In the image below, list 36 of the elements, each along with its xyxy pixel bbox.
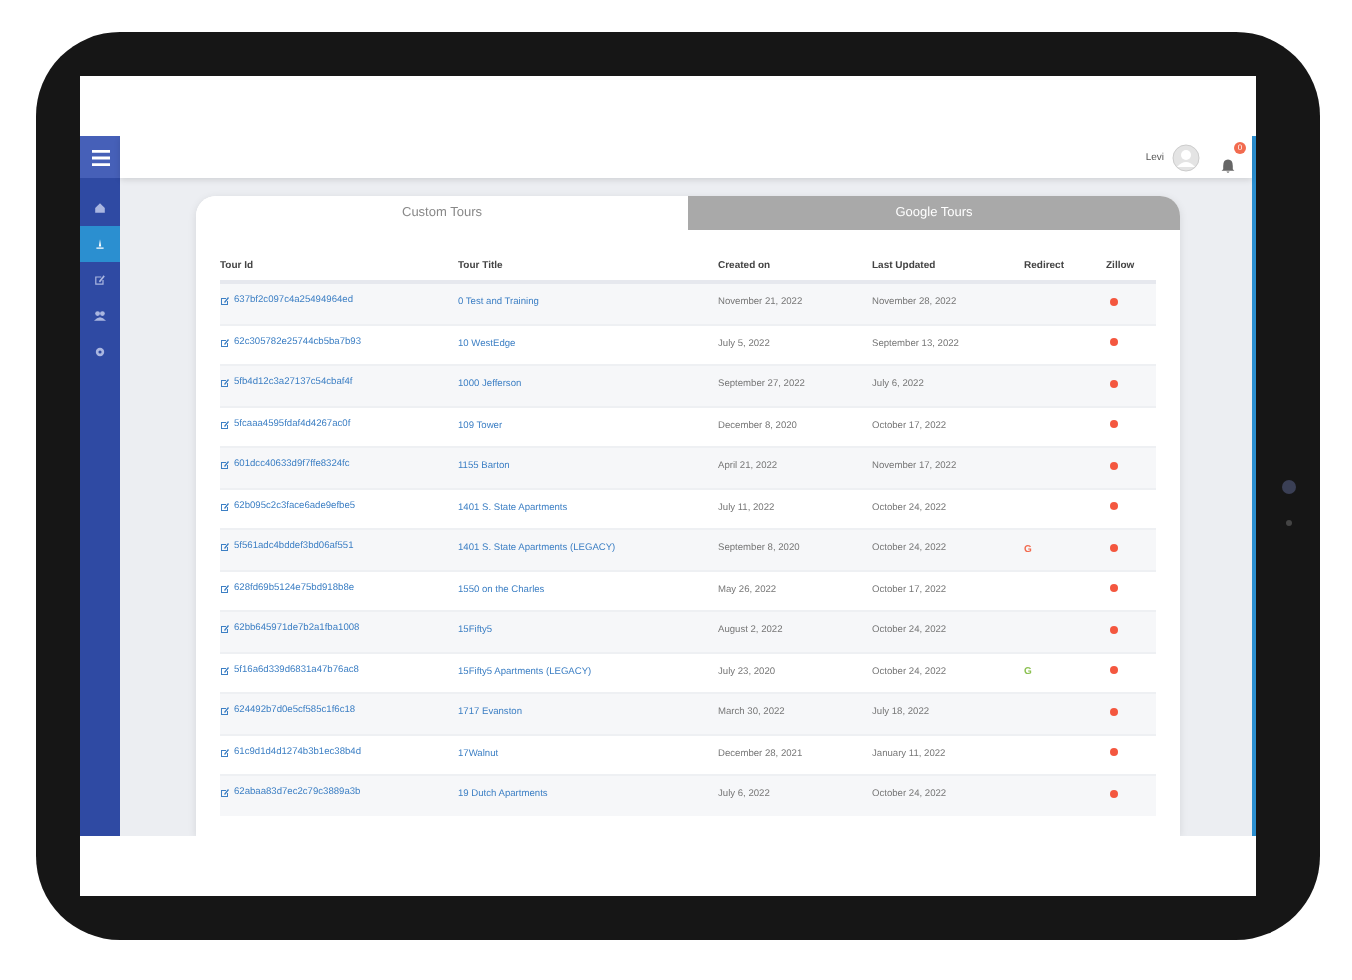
sensor-icon	[1286, 520, 1292, 526]
pin-icon	[94, 238, 106, 250]
edit-icon	[220, 583, 230, 594]
zillow-status-dot	[1110, 789, 1118, 798]
edit-icon	[220, 419, 230, 430]
camera-icon	[1282, 480, 1296, 494]
menu-icon	[91, 149, 109, 165]
edit-icon	[94, 274, 106, 286]
zillow-status-dot	[1110, 748, 1118, 757]
zillow-status-dot	[1110, 379, 1118, 388]
zillow-status-dot	[1110, 420, 1118, 429]
edit-icon	[220, 542, 230, 553]
home-icon	[94, 202, 106, 214]
zillow-status-dot	[1110, 543, 1118, 552]
edit-icon	[220, 337, 230, 348]
zillow-status-dot	[1110, 338, 1118, 347]
edit-icon	[220, 378, 230, 389]
zillow-status-dot	[1110, 666, 1118, 675]
edit-icon	[220, 706, 230, 717]
gear-icon	[94, 346, 106, 358]
users-icon	[94, 310, 106, 322]
menu-button[interactable]	[80, 136, 120, 178]
zillow-status-dot	[1110, 707, 1118, 716]
zillow-status-dot	[1110, 584, 1118, 593]
zillow-status-dot	[1110, 297, 1118, 306]
edit-icon	[220, 501, 230, 512]
zillow-status-dot	[1110, 625, 1118, 634]
edit-icon	[220, 665, 230, 676]
edit-icon	[220, 296, 230, 307]
bell-icon[interactable]	[1220, 157, 1236, 173]
zillow-status-dot	[1110, 502, 1118, 511]
edit-icon	[220, 460, 230, 471]
edit-icon	[220, 747, 230, 758]
edit-icon	[220, 624, 230, 635]
edit-icon	[220, 788, 230, 799]
zillow-status-dot	[1110, 461, 1118, 470]
